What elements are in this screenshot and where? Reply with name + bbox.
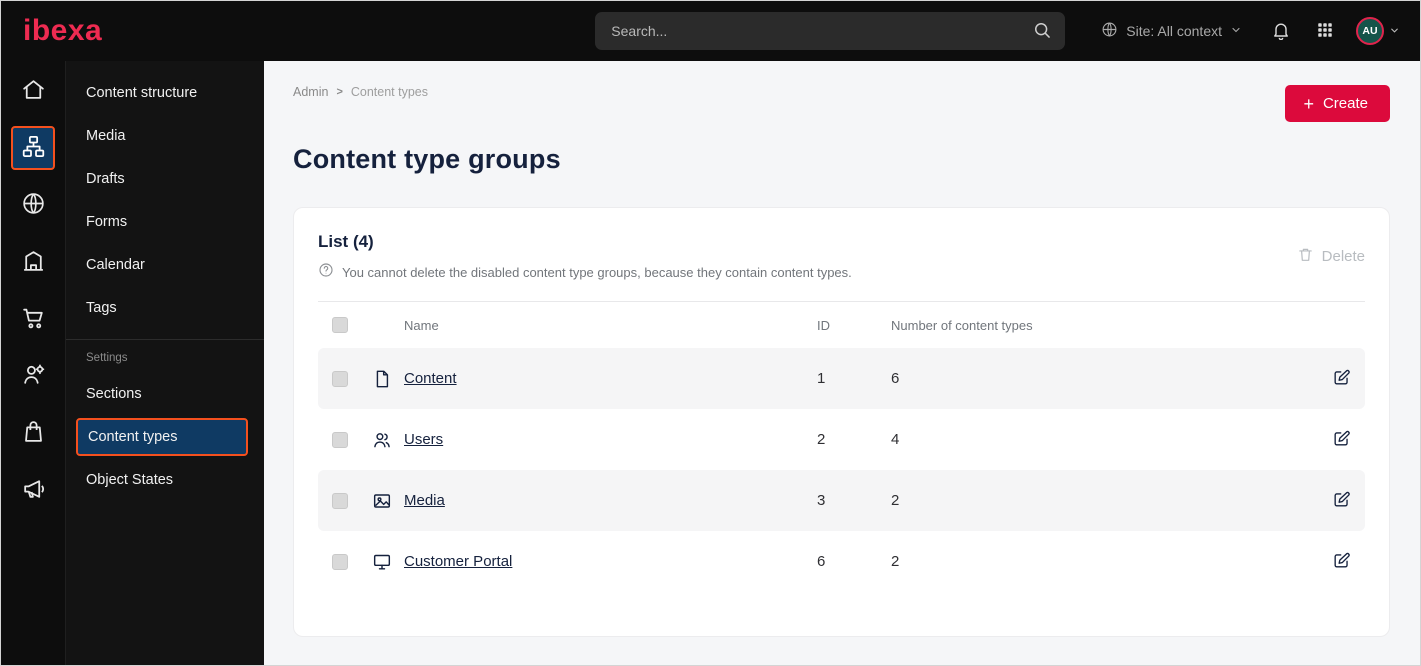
column-header-count: Number of content types [891, 317, 1033, 333]
main-header: Admin > Content types + Create [293, 85, 1390, 122]
sidebar-item-calendar[interactable]: Calendar [66, 243, 264, 286]
row-checkbox[interactable] [332, 553, 348, 570]
sidebar-item-content-types[interactable]: Content types [76, 418, 248, 456]
sidebar-item-media[interactable]: Media [66, 114, 264, 157]
rail-item-admin[interactable] [11, 240, 55, 284]
main-content: Admin > Content types + Create Content t… [264, 61, 1420, 665]
search-input[interactable] [595, 12, 1066, 50]
breadcrumb-current: Content types [350, 85, 429, 99]
group-count: 2 [891, 492, 900, 509]
bell-icon [1271, 20, 1291, 43]
users-icon [372, 430, 404, 450]
edit-button[interactable] [1311, 490, 1351, 512]
topbar: ibexa Site: All context [1, 1, 1420, 61]
table-header: Name ID Number of content types [318, 302, 1365, 348]
search-icon[interactable] [1031, 20, 1053, 42]
group-link[interactable]: Media [404, 492, 445, 509]
column-header-id: ID [817, 317, 830, 333]
help-circle-icon [318, 262, 334, 283]
home-icon [21, 77, 46, 105]
group-link[interactable]: Customer Portal [404, 553, 512, 570]
row-checkbox[interactable] [332, 370, 348, 387]
rail-item-customers[interactable] [11, 354, 55, 398]
row-checkbox[interactable] [332, 492, 348, 509]
edit-icon [1332, 490, 1351, 512]
globe-icon [1101, 21, 1118, 41]
commerce-cart-icon [21, 305, 46, 333]
site-globe-icon [21, 191, 46, 219]
group-link[interactable]: Content [404, 370, 457, 387]
info-note: You cannot delete the disabled content t… [342, 265, 852, 280]
sidebar-item-content-structure[interactable]: Content structure [66, 71, 264, 114]
select-all-checkbox[interactable] [332, 317, 348, 333]
breadcrumb: Admin > Content types [293, 85, 428, 99]
group-id: 6 [817, 553, 826, 570]
breadcrumb-separator: > [336, 86, 343, 98]
create-button[interactable]: + Create [1285, 85, 1390, 122]
sidebar-item-sections[interactable]: Sections [66, 372, 264, 415]
sidebar-item-forms[interactable]: Forms [66, 200, 264, 243]
ibexa-logo: ibexa [23, 14, 103, 47]
rail-item-site[interactable] [11, 183, 55, 227]
customers-icon [21, 362, 46, 390]
edit-button[interactable] [1311, 551, 1351, 573]
products-icon [21, 419, 46, 447]
app-window: ibexa Site: All context [0, 0, 1421, 666]
edit-icon [1332, 368, 1351, 390]
sidebar-item-tags[interactable]: Tags [66, 286, 264, 329]
edit-button[interactable] [1311, 429, 1351, 451]
rail-item-commerce[interactable] [11, 297, 55, 341]
group-count: 6 [891, 370, 900, 387]
chevron-down-icon [1230, 23, 1242, 39]
site-context-label: Site: All context [1126, 23, 1222, 39]
info-row: You cannot delete the disabled content t… [318, 262, 852, 283]
user-menu[interactable]: AU [1356, 17, 1400, 45]
sidebar: Content structure Media Drafts Forms Cal… [66, 61, 264, 665]
admin-building-icon [21, 248, 46, 276]
content-structure-icon [21, 134, 46, 162]
content-type-groups-card: List (4) You cannot delete the disabled … [293, 207, 1390, 637]
content-file-icon [372, 369, 404, 389]
group-count: 4 [891, 431, 900, 448]
sidebar-settings-heading: Settings [86, 352, 128, 364]
table-row: Users 2 4 [318, 409, 1365, 470]
plus-icon: + [1303, 93, 1314, 114]
breadcrumb-admin[interactable]: Admin [293, 85, 328, 99]
edit-button[interactable] [1311, 368, 1351, 390]
notifications-button[interactable] [1268, 18, 1294, 44]
sidebar-item-drafts[interactable]: Drafts [66, 157, 264, 200]
table-row: Media 3 2 [318, 470, 1365, 531]
rail-item-content[interactable] [11, 126, 55, 170]
edit-icon [1332, 429, 1351, 451]
site-context-selector[interactable]: Site: All context [1101, 21, 1242, 41]
table-row: Customer Portal 6 2 [318, 531, 1365, 592]
avatar: AU [1356, 17, 1384, 45]
card-header: List (4) You cannot delete the disabled … [318, 232, 1365, 283]
media-image-icon [372, 491, 404, 511]
group-link[interactable]: Users [404, 431, 443, 448]
marketing-megaphone-icon [21, 476, 46, 504]
rail-item-marketing[interactable] [11, 468, 55, 512]
trash-icon [1297, 246, 1314, 267]
chevron-down-icon [1389, 24, 1400, 39]
list-heading: List (4) [318, 232, 374, 251]
group-id: 1 [817, 370, 826, 387]
page-title: Content type groups [293, 144, 561, 174]
row-checkbox[interactable] [332, 431, 348, 448]
global-search [595, 12, 1066, 50]
sidebar-item-object-states[interactable]: Object States [66, 458, 264, 501]
edit-icon [1332, 551, 1351, 573]
customer-portal-monitor-icon [372, 552, 404, 572]
delete-button[interactable]: Delete [1297, 246, 1365, 267]
grid-icon [1316, 21, 1334, 42]
table-row: Content 1 6 [318, 348, 1365, 409]
group-id: 2 [817, 431, 826, 448]
column-header-name: Name [404, 317, 439, 333]
group-count: 2 [891, 553, 900, 570]
rail-item-products[interactable] [11, 411, 55, 455]
apps-grid-button[interactable] [1312, 18, 1338, 44]
icon-rail [1, 61, 66, 665]
group-id: 3 [817, 492, 826, 509]
rail-item-home[interactable] [11, 69, 55, 113]
